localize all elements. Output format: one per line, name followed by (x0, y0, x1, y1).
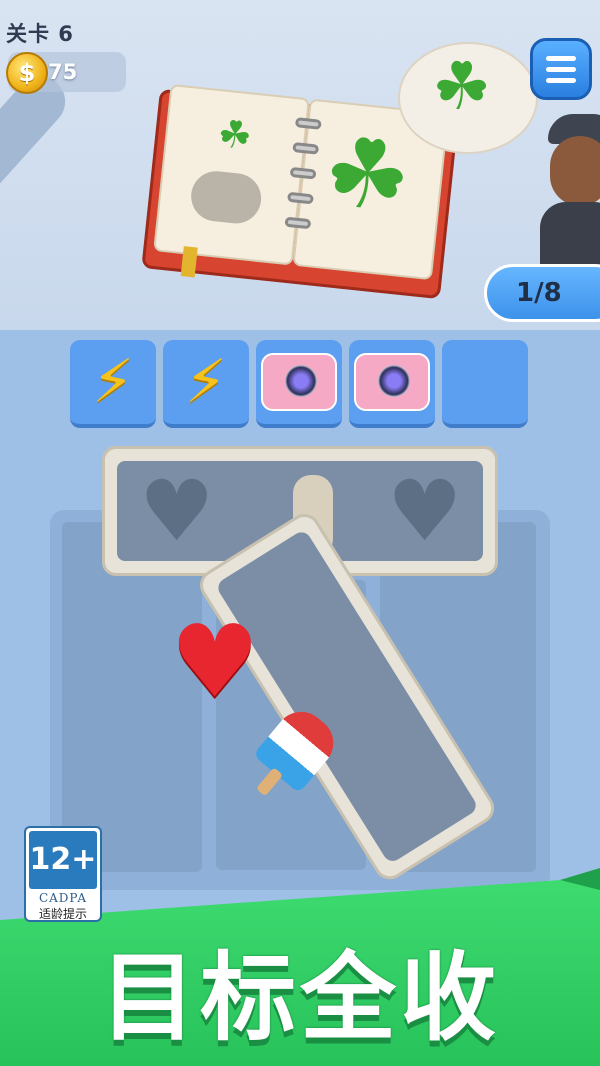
four-leaf-clover-icon: ☘ (432, 48, 492, 125)
heart-icon[interactable]: ♥ (170, 612, 260, 712)
menu-line (546, 66, 576, 72)
age-rating: 12+ (29, 831, 97, 889)
coin-icon: $ (6, 52, 48, 94)
rating-note: 适龄提示 (38, 907, 87, 921)
tray-slot[interactable] (256, 340, 342, 428)
level-label: 关卡 6 (6, 22, 74, 46)
character-face (550, 136, 600, 206)
item-tray: ⚡ ⚡ (70, 340, 530, 430)
tray-slot[interactable] (349, 340, 435, 428)
lightning-icon: ⚡ (91, 347, 135, 417)
tray-slot[interactable]: ⚡ (163, 340, 249, 428)
camera-icon (354, 353, 430, 411)
coin-count: 75 (48, 60, 78, 84)
menu-button[interactable] (530, 38, 592, 100)
banner-title: 目标全收 (100, 942, 500, 1054)
progress-counter: 1/8 (516, 278, 562, 308)
rating-org: CADPA (38, 891, 88, 905)
lightning-icon: ⚡ (184, 347, 228, 417)
album-left-page: ☘ (153, 83, 310, 266)
popsicle-stick (255, 767, 284, 797)
camera-icon (261, 353, 337, 411)
silhouette-icon (188, 168, 264, 226)
tray-slot[interactable]: ⚡ (70, 340, 156, 428)
clover-icon: ☘ (318, 114, 416, 236)
heart-silhouette-icon: ♥ (139, 462, 215, 560)
age-rating-badge: 12+ CADPA 适龄提示 (24, 826, 102, 922)
tray-slot-empty[interactable] (442, 340, 528, 428)
menu-line (546, 55, 576, 61)
menu-line (546, 77, 576, 83)
heart-silhouette-icon: ♥ (387, 462, 463, 560)
clover-icon: ☘ (215, 111, 255, 159)
